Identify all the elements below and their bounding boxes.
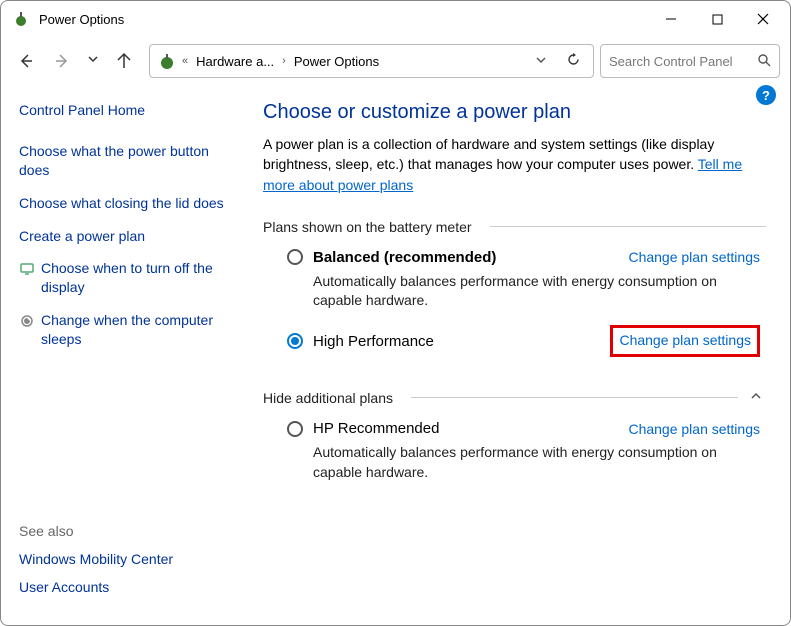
plan-balanced: Balanced (recommended) Change plan setti… xyxy=(263,235,766,311)
maximize-button[interactable] xyxy=(694,3,740,35)
plan-hp-recommended: HP Recommended Change plan settings Auto… xyxy=(263,406,766,482)
plan-description: Automatically balances performance with … xyxy=(313,272,760,311)
minimize-button[interactable] xyxy=(648,3,694,35)
plan-name[interactable]: HP Recommended xyxy=(313,420,439,437)
section-legend: Plans shown on the battery meter xyxy=(263,219,482,235)
change-plan-settings-link[interactable]: Change plan settings xyxy=(628,421,760,437)
search-icon xyxy=(757,53,771,70)
sidebar-link[interactable]: Choose when to turn off the display xyxy=(41,259,243,297)
breadcrumb-prefix: « xyxy=(182,55,188,67)
sleep-icon xyxy=(19,313,35,329)
plan-name[interactable]: High Performance xyxy=(313,333,434,350)
collapse-button[interactable] xyxy=(746,389,766,406)
change-plan-settings-link[interactable]: Change plan settings xyxy=(628,249,760,265)
sidebar-link[interactable]: Choose what closing the lid does xyxy=(19,194,243,213)
recent-locations-button[interactable] xyxy=(83,52,103,70)
breadcrumb-item[interactable]: Power Options xyxy=(290,54,383,69)
plan-name[interactable]: Balanced (recommended) xyxy=(313,249,496,266)
window-controls xyxy=(648,3,786,35)
display-icon xyxy=(19,261,35,277)
refresh-button[interactable] xyxy=(559,52,587,71)
page-description: A power plan is a collection of hardware… xyxy=(263,134,766,195)
radio-hp-recommended[interactable] xyxy=(287,421,303,437)
nav-toolbar: « Hardware a... › Power Options Search C… xyxy=(1,37,790,85)
change-plan-settings-link[interactable]: Change plan settings xyxy=(619,332,751,348)
highlighted-change-link: Change plan settings xyxy=(610,325,760,357)
sidebar-link[interactable]: Create a power plan xyxy=(19,227,243,246)
close-button[interactable] xyxy=(740,3,786,35)
main-content: Choose or customize a power plan A power… xyxy=(255,101,772,625)
control-panel-home-link[interactable]: Control Panel Home xyxy=(19,101,243,120)
search-input[interactable]: Search Control Panel xyxy=(600,44,780,78)
control-panel-icon xyxy=(156,50,178,72)
forward-button[interactable] xyxy=(47,46,77,76)
see-also-section: See also Windows Mobility Center User Ac… xyxy=(19,523,173,607)
radio-high-performance[interactable] xyxy=(287,333,303,349)
title-bar: Power Options xyxy=(1,1,790,37)
back-button[interactable] xyxy=(11,46,41,76)
help-button[interactable]: ? xyxy=(756,85,776,105)
see-also-link[interactable]: User Accounts xyxy=(19,579,173,595)
search-placeholder: Search Control Panel xyxy=(609,54,733,69)
up-button[interactable] xyxy=(109,46,139,76)
sidebar-link[interactable]: Change when the computer sleeps xyxy=(41,311,243,349)
window-title: Power Options xyxy=(39,12,648,27)
plans-battery-section: Plans shown on the battery meter Balance… xyxy=(263,219,766,357)
plan-description: Automatically balances performance with … xyxy=(313,443,760,482)
address-dropdown-button[interactable] xyxy=(527,54,555,69)
see-also-link[interactable]: Windows Mobility Center xyxy=(19,551,173,567)
section-legend[interactable]: Hide additional plans xyxy=(263,390,403,406)
radio-balanced[interactable] xyxy=(287,249,303,265)
power-options-icon xyxy=(11,9,31,29)
page-heading: Choose or customize a power plan xyxy=(263,101,766,124)
sidebar-link[interactable]: Choose what the power button does xyxy=(19,142,243,180)
additional-plans-section: Hide additional plans HP Recommended Cha… xyxy=(263,389,766,482)
plan-high-performance: High Performance Change plan settings xyxy=(263,311,766,357)
see-also-header: See also xyxy=(19,523,173,539)
address-bar[interactable]: « Hardware a... › Power Options xyxy=(149,44,594,78)
breadcrumb-item[interactable]: Hardware a... xyxy=(192,54,278,69)
chevron-right-icon: › xyxy=(282,55,286,67)
